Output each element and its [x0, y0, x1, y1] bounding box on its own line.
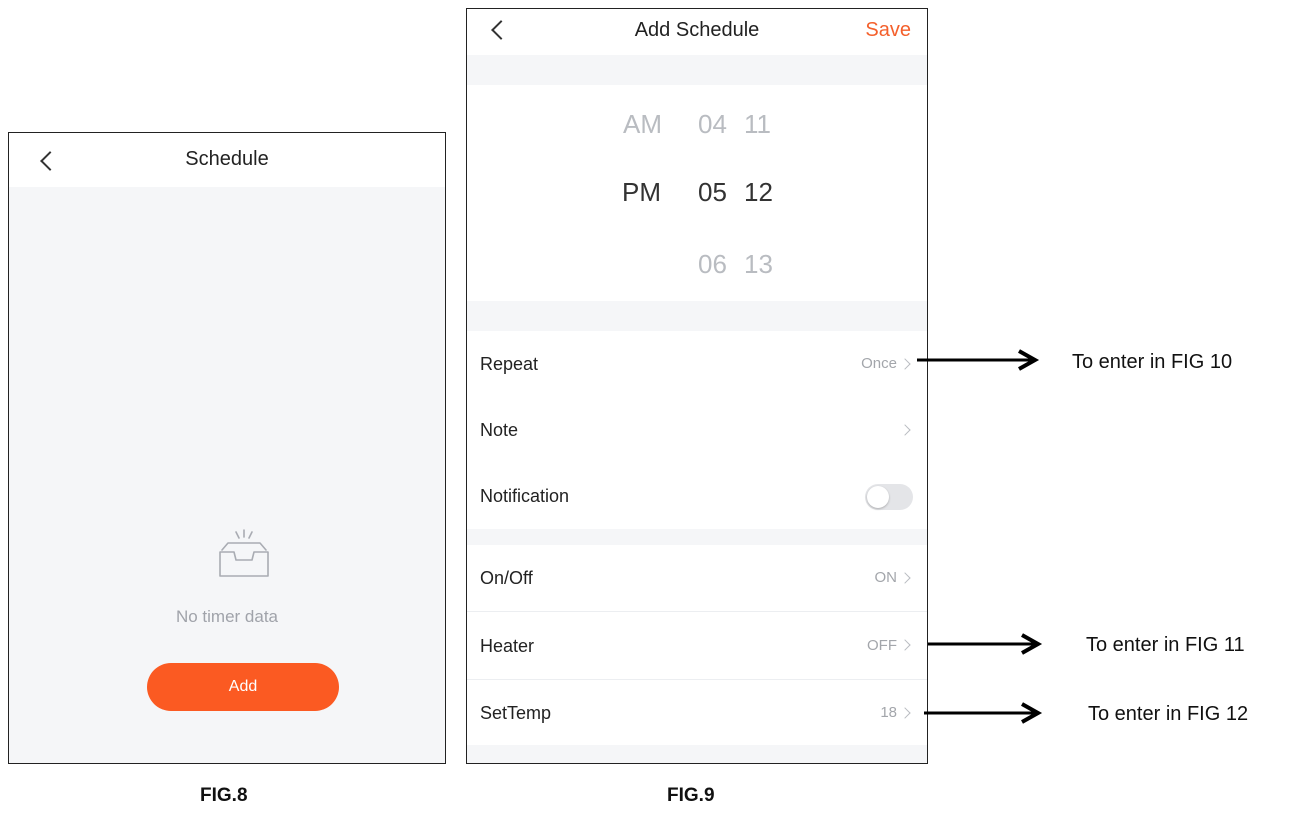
chevron-right-icon	[899, 424, 911, 436]
repeat-row[interactable]: Repeat Once	[467, 331, 927, 397]
arrow-right-icon	[924, 702, 1043, 724]
note-label: Note	[480, 420, 519, 440]
device-settings-group: On/Off ON Heater OFF SetTemp 18	[467, 545, 927, 745]
notification-toggle[interactable]	[865, 484, 913, 510]
onoff-row[interactable]: On/Off ON	[467, 545, 927, 611]
notification-label: Notification	[480, 486, 570, 506]
settemp-row[interactable]: SetTemp 18	[467, 679, 927, 745]
minute-option[interactable]: 11	[744, 109, 771, 140]
empty-state-text: No timer data	[175, 607, 279, 626]
figure-caption-8: FIG.8	[200, 785, 248, 806]
ampm-option-am[interactable]: AM	[623, 109, 662, 140]
minute-option[interactable]: 13	[744, 249, 773, 280]
note-row[interactable]: Note	[467, 397, 927, 463]
chevron-right-icon	[899, 639, 911, 651]
heater-label: Heater	[480, 636, 535, 656]
figure-caption-9: FIG.9	[667, 785, 715, 806]
notification-row: Notification	[467, 463, 927, 529]
annotation-fig12: To enter in FIG 12	[1088, 703, 1249, 725]
annotation-fig10: To enter in FIG 10	[1072, 351, 1233, 373]
add-schedule-button[interactable]: Add	[147, 663, 339, 711]
chevron-right-icon	[899, 358, 911, 370]
save-button[interactable]: Save	[865, 19, 911, 42]
schedule-options-group: Repeat Once Note Notification	[467, 331, 927, 529]
arrow-right-icon	[917, 349, 1040, 371]
settemp-label: SetTemp	[480, 703, 552, 723]
chevron-right-icon	[899, 707, 911, 719]
time-picker[interactable]: AM 04 11 PM 05 12 06 13	[467, 85, 927, 301]
schedule-header: Schedule	[9, 133, 445, 187]
minute-option-selected[interactable]: 12	[744, 177, 773, 208]
toggle-knob	[867, 486, 889, 508]
settemp-value: 18	[880, 704, 897, 721]
repeat-value: Once	[861, 355, 897, 372]
onoff-label: On/Off	[480, 568, 533, 588]
hour-option[interactable]: 06	[698, 249, 727, 280]
page-title: Schedule	[185, 148, 269, 170]
hour-option-selected[interactable]: 05	[698, 177, 727, 208]
arrow-right-icon	[928, 633, 1043, 655]
empty-inbox-icon	[219, 529, 269, 577]
heater-value: OFF	[867, 637, 897, 654]
heater-row[interactable]: Heater OFF	[467, 611, 927, 679]
ampm-option-pm-selected[interactable]: PM	[622, 177, 661, 208]
schedule-screen: Schedule No timer data Add	[8, 132, 446, 764]
repeat-label: Repeat	[480, 354, 539, 374]
annotation-fig11: To enter in FIG 11	[1086, 634, 1245, 656]
page-title: Add Schedule	[634, 19, 760, 41]
add-schedule-header: Add Schedule Save	[467, 9, 927, 55]
chevron-right-icon	[899, 572, 911, 584]
add-schedule-screen: Add Schedule Save AM 04 11 PM 05 12 06 1…	[466, 8, 928, 764]
hour-option[interactable]: 04	[698, 109, 727, 140]
onoff-value: ON	[874, 569, 898, 586]
